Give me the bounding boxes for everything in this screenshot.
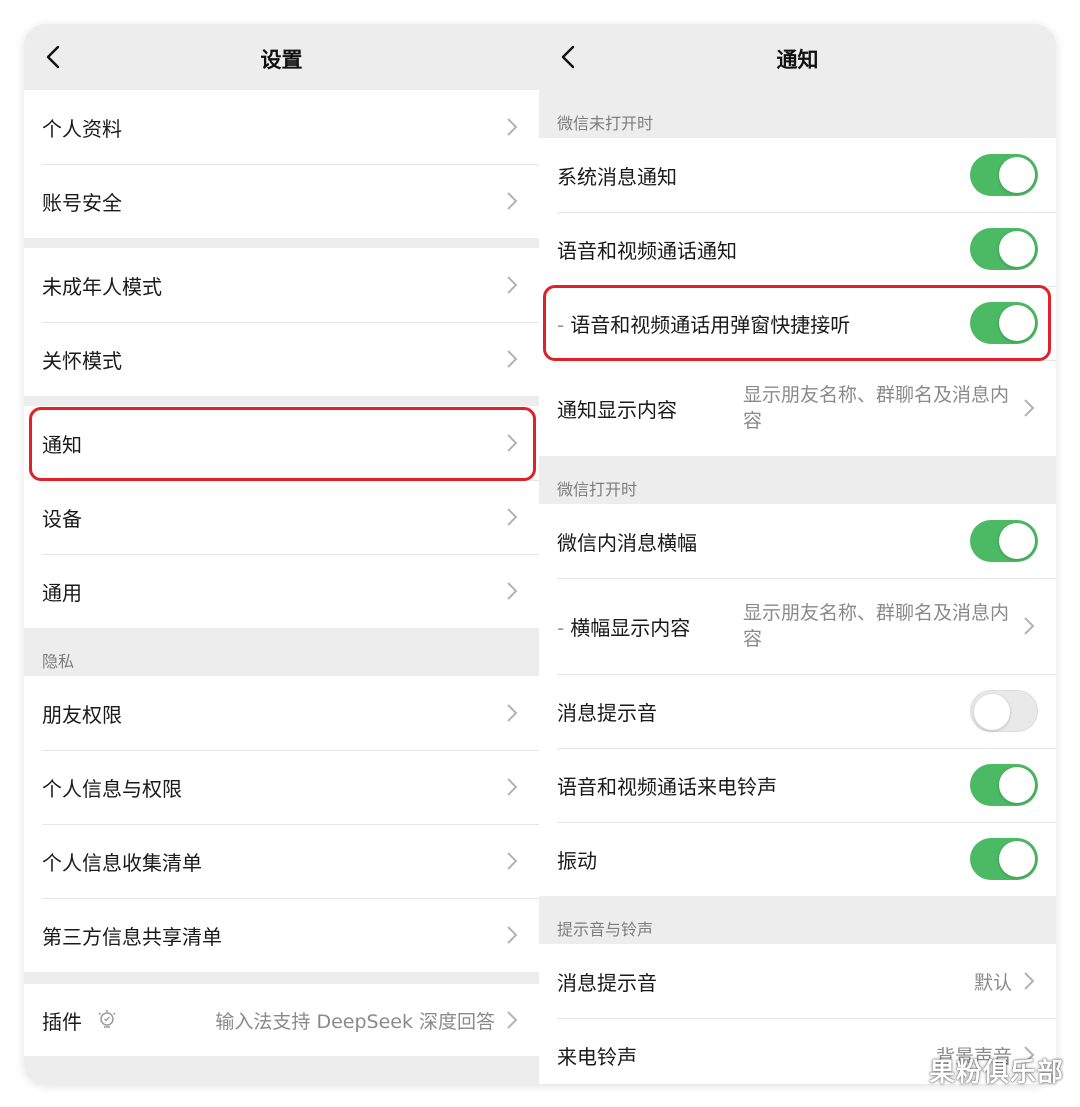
settings-item-third-party-sharing-list[interactable]: 第三方信息共享清单 <box>24 898 539 972</box>
group-gap <box>24 972 539 984</box>
notify-item-label: - 语音和视频通话用弹窗快捷接听 <box>557 309 850 338</box>
chevron-right-icon <box>1024 399 1035 417</box>
settings-item-general[interactable]: 通用 <box>24 554 539 628</box>
notify-item-label-text: 语音和视频通话用弹窗快捷接听 <box>570 312 851 337</box>
settings-item-label: 通知 <box>42 432 82 457</box>
screenshot-frame: 设置 个人资料 账号安全 未成年人模式 关怀模式 通知 设备 通用 隐私 朋友权… <box>24 24 1056 1084</box>
chevron-right-icon <box>1024 617 1035 635</box>
chevron-right-icon <box>507 852 518 870</box>
notify-item-label: 振动 <box>557 848 597 873</box>
chevron-right-icon <box>507 276 518 294</box>
notify-item-label-text: 横幅显示内容 <box>570 615 691 640</box>
settings-nav-bar: 设置 <box>24 24 539 90</box>
notifications-nav-bar: 通知 <box>539 24 1056 90</box>
notify-group-wechat-closed: 系统消息通知 语音和视频通话通知 - 语音和视频通话用弹窗快捷接听 通知显示内容 … <box>539 138 1056 456</box>
section-header-sounds: 提示音与铃声 <box>539 896 1056 944</box>
settings-group-privacy: 朋友权限 个人信息与权限 个人信息收集清单 第三方信息共享清单 <box>24 676 539 972</box>
settings-panel: 设置 个人资料 账号安全 未成年人模式 关怀模式 通知 设备 通用 隐私 朋友权… <box>24 24 539 1084</box>
notify-item-call: 语音和视频通话通知 <box>539 212 1056 286</box>
banner-toggle[interactable] <box>970 520 1038 562</box>
notify-item-label: 语音和视频通话通知 <box>557 238 737 263</box>
settings-item-label: 设备 <box>42 506 82 531</box>
chevron-right-icon <box>507 192 518 210</box>
notify-item-label: 系统消息通知 <box>557 164 677 189</box>
notify-item-display-content[interactable]: 通知显示内容 显示朋友名称、群聊名及消息内容 <box>539 360 1056 456</box>
chevron-right-icon <box>507 434 518 452</box>
settings-item-label: 账号安全 <box>42 190 122 215</box>
plugin-status-text: 输入法支持 DeepSeek 深度回答 <box>215 1010 495 1033</box>
section-header-wechat-closed: 微信未打开时 <box>539 90 1056 138</box>
chevron-right-icon <box>507 118 518 136</box>
notify-item-label: 通知显示内容 <box>557 397 677 422</box>
settings-item-plugins[interactable]: 插件 输入法支持 DeepSeek 深度回答 <box>24 984 539 1056</box>
notify-item-vibrate: 振动 <box>539 822 1056 896</box>
chevron-right-icon <box>507 508 518 526</box>
settings-item-label: 插件 <box>42 1009 82 1034</box>
notifications-panel: 通知 微信未打开时 系统消息通知 语音和视频通话通知 - 语音和视频通话用弹窗快捷… <box>539 24 1056 1084</box>
sound-item-label: 来电铃声 <box>557 1044 637 1069</box>
settings-item-notifications[interactable]: 通知 <box>24 406 539 480</box>
notify-item-sound: 消息提示音 <box>539 674 1056 748</box>
settings-item-label: 通用 <box>42 580 82 605</box>
watermark-text: 果粉俱乐部 <box>928 1058 1064 1088</box>
notify-group-wechat-open: 微信内消息横幅 - 横幅显示内容 显示朋友名称、群聊名及消息内容 消息提示音 语音… <box>539 504 1056 896</box>
settings-item-minor-mode[interactable]: 未成年人模式 <box>24 248 539 322</box>
group-gap <box>24 238 539 248</box>
chevron-right-icon <box>507 778 518 796</box>
sound-item-label: 消息提示音 <box>557 970 657 995</box>
settings-item-label: 朋友权限 <box>42 702 122 727</box>
notify-item-call-popup: - 语音和视频通话用弹窗快捷接听 <box>539 286 1056 360</box>
notify-item-ringtone: 语音和视频通话来电铃声 <box>539 748 1056 822</box>
sub-item-dash: - <box>557 312 565 337</box>
sound-toggle[interactable] <box>970 690 1038 732</box>
settings-item-care-mode[interactable]: 关怀模式 <box>24 322 539 396</box>
settings-group-modes: 未成年人模式 关怀模式 <box>24 248 539 396</box>
notify-item-label: 语音和视频通话来电铃声 <box>557 774 777 799</box>
settings-item-label: 关怀模式 <box>42 348 122 373</box>
settings-item-personal-info-permissions[interactable]: 个人信息与权限 <box>24 750 539 824</box>
section-header-wechat-open: 微信打开时 <box>539 456 1056 504</box>
page-title: 通知 <box>776 48 819 72</box>
chevron-right-icon <box>507 350 518 368</box>
notify-item-label: 微信内消息横幅 <box>557 530 697 555</box>
notify-item-label: 消息提示音 <box>557 700 657 725</box>
settings-group-plugins: 插件 输入法支持 DeepSeek 深度回答 <box>24 984 539 1056</box>
settings-item-profile[interactable]: 个人资料 <box>24 90 539 164</box>
call-notify-toggle[interactable] <box>970 228 1038 270</box>
system-notify-toggle[interactable] <box>970 154 1038 196</box>
sound-item-message[interactable]: 消息提示音 默认 <box>539 944 1056 1018</box>
chevron-right-icon <box>507 1011 518 1029</box>
section-header-privacy: 隐私 <box>24 628 539 676</box>
call-popup-toggle[interactable] <box>970 302 1038 344</box>
notify-item-system: 系统消息通知 <box>539 138 1056 212</box>
settings-item-info-collection-list[interactable]: 个人信息收集清单 <box>24 824 539 898</box>
settings-item-devices[interactable]: 设备 <box>24 480 539 554</box>
settings-item-label: 第三方信息共享清单 <box>42 924 222 949</box>
settings-item-label: 个人信息收集清单 <box>42 850 202 875</box>
chevron-right-icon <box>507 704 518 722</box>
settings-item-label: 个人信息与权限 <box>42 776 182 801</box>
chevron-right-icon <box>1024 972 1035 990</box>
chevron-right-icon <box>507 926 518 944</box>
group-gap <box>24 396 539 406</box>
ringtone-toggle[interactable] <box>970 764 1038 806</box>
settings-group-general: 通知 设备 通用 <box>24 406 539 628</box>
notify-item-label: - 横幅显示内容 <box>557 612 690 641</box>
message-sound-value: 默认 <box>973 971 1012 994</box>
vibrate-toggle[interactable] <box>970 838 1038 880</box>
settings-item-label: 个人资料 <box>42 116 122 141</box>
notify-item-banner-display[interactable]: - 横幅显示内容 显示朋友名称、群聊名及消息内容 <box>539 578 1056 674</box>
settings-group-account: 个人资料 账号安全 <box>24 90 539 238</box>
settings-item-account-security[interactable]: 账号安全 <box>24 164 539 238</box>
plugin-bulb-icon <box>98 1010 116 1028</box>
sub-item-dash: - <box>557 615 565 640</box>
banner-display-value: 显示朋友名称、群聊名及消息内容 <box>743 602 1010 650</box>
display-content-value: 显示朋友名称、群聊名及消息内容 <box>743 384 1010 432</box>
page-title: 设置 <box>260 48 303 72</box>
settings-item-friend-permissions[interactable]: 朋友权限 <box>24 676 539 750</box>
notify-item-banner: 微信内消息横幅 <box>539 504 1056 578</box>
chevron-right-icon <box>507 582 518 600</box>
settings-item-label: 未成年人模式 <box>42 274 162 299</box>
